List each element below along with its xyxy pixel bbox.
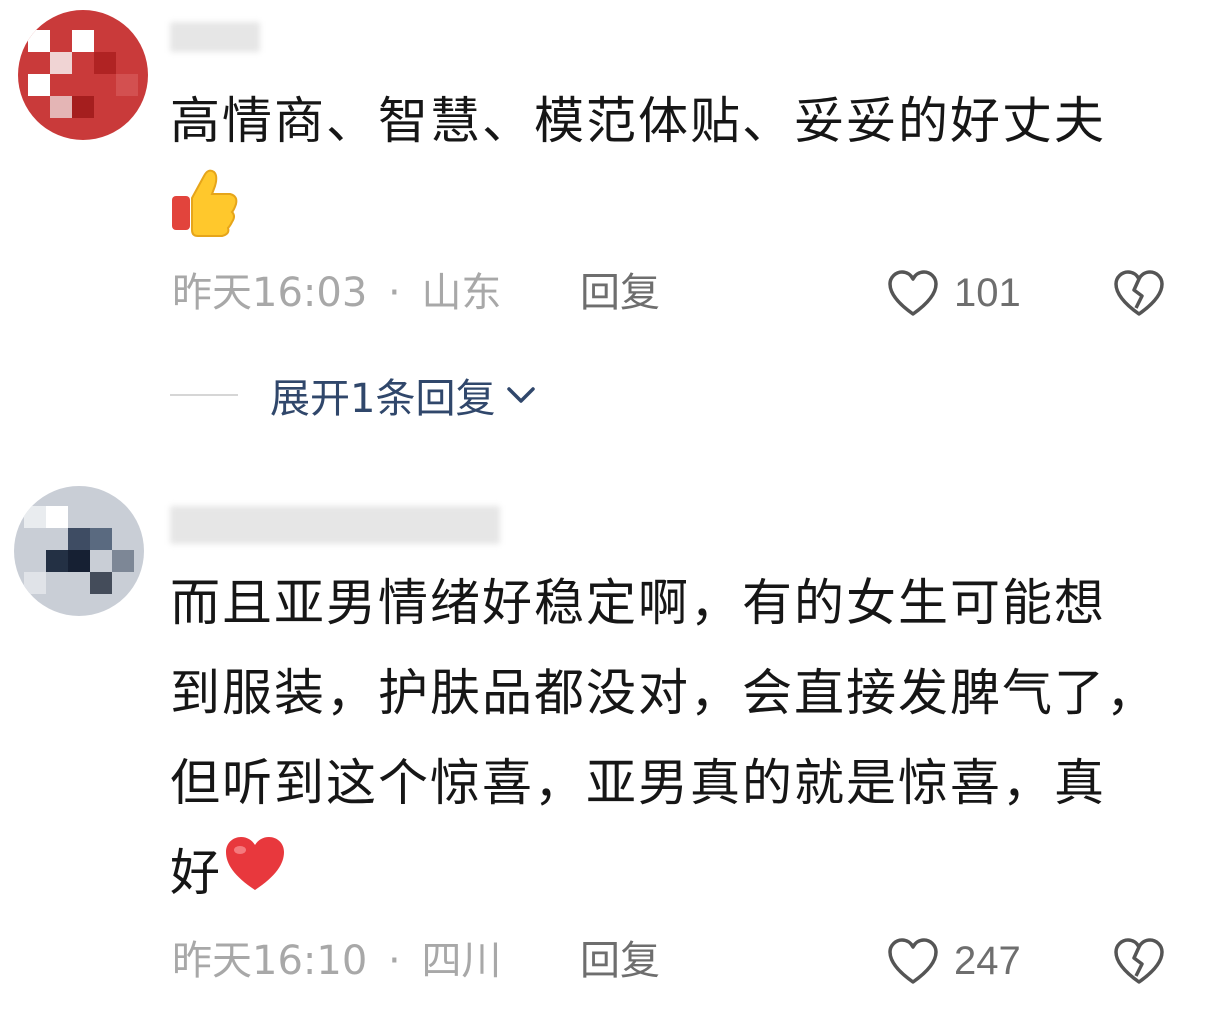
avatar[interactable] — [18, 10, 148, 140]
like-button[interactable]: 247 — [886, 936, 1021, 986]
meta-separator: · — [388, 270, 401, 316]
expand-replies-label[interactable]: 展开1条回复 — [270, 366, 495, 424]
dislike-button[interactable] — [1112, 936, 1166, 986]
heart-outline-icon — [888, 938, 938, 984]
thumbs-up-icon — [170, 166, 240, 266]
reply-button[interactable]: 回复 — [580, 936, 660, 986]
comment-line: 到服装，护肤品都没对，会直接发脾气了， — [170, 664, 1158, 722]
reply-button[interactable]: 回复 — [580, 268, 660, 318]
comment-location: 四川 — [421, 938, 502, 984]
like-count: 101 — [954, 270, 1021, 315]
expand-replies[interactable]: 展开1条回复 — [170, 370, 539, 422]
red-heart-icon — [222, 832, 288, 922]
meta-separator: · — [388, 938, 401, 984]
dislike-button[interactable] — [1112, 268, 1166, 318]
broken-heart-icon — [1114, 938, 1164, 984]
username[interactable] — [170, 22, 260, 52]
divider-line — [170, 394, 238, 396]
comment-meta: 昨天16:10 · 四川 — [172, 936, 501, 986]
comment-line: 好 — [170, 844, 222, 902]
comment-line: 而且亚男情绪好稳定啊，有的女生可能想 — [170, 574, 1106, 632]
comment-text: 高情商、智慧、模范体贴、妥妥的好丈夫 — [170, 76, 1186, 266]
comment-body: 高情商、智慧、模范体贴、妥妥的好丈夫 — [170, 92, 1106, 150]
avatar[interactable] — [14, 486, 144, 616]
heart-outline-icon — [888, 270, 938, 316]
like-button[interactable]: 101 — [886, 268, 1021, 318]
username[interactable] — [170, 506, 500, 544]
comment-time: 昨天16:10 — [172, 938, 368, 984]
broken-heart-icon — [1114, 270, 1164, 316]
comment-text: 而且亚男情绪好稳定啊，有的女生可能想 到服装，护肤品都没对，会直接发脾气了， 但… — [170, 558, 1186, 922]
chevron-down-icon — [507, 387, 536, 403]
comment-time: 昨天16:03 — [172, 270, 368, 316]
comment-location: 山东 — [421, 270, 502, 316]
comment-line: 但听到这个惊喜，亚男真的就是惊喜，真 — [170, 754, 1106, 812]
comment-meta: 昨天16:03 · 山东 — [172, 268, 501, 318]
like-count: 247 — [954, 938, 1021, 983]
